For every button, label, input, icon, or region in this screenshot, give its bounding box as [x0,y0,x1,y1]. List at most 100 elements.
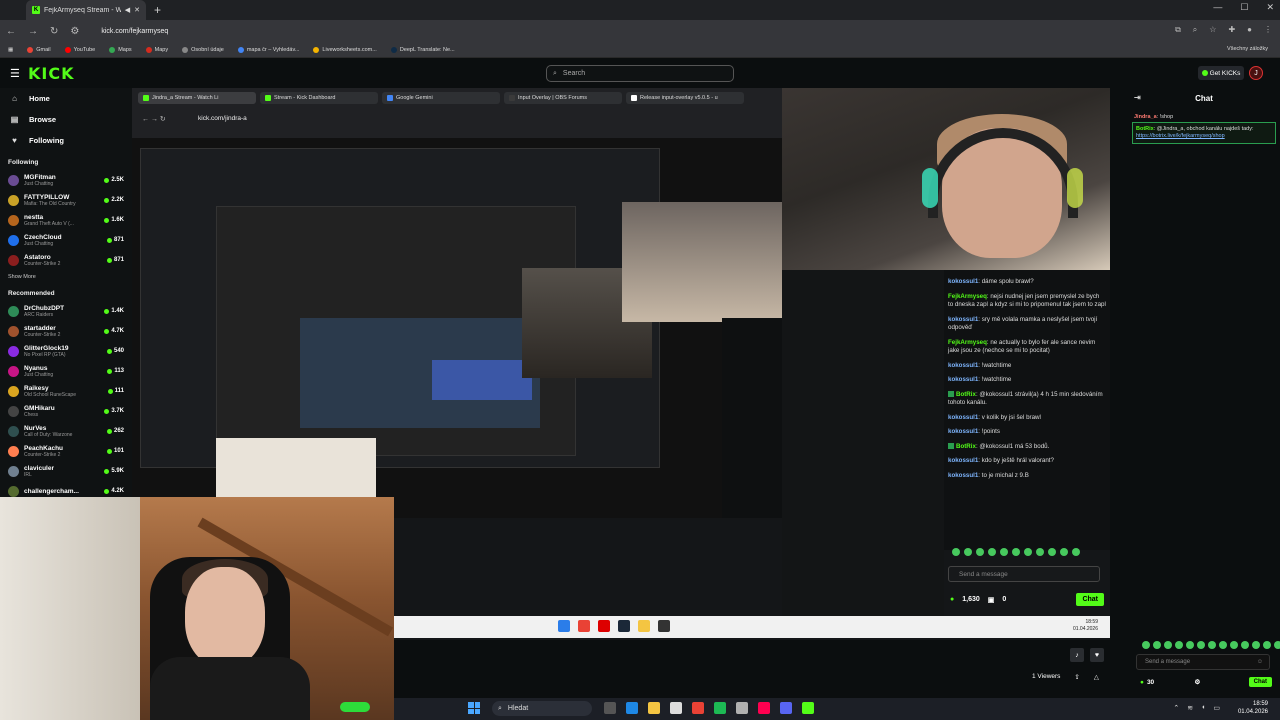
battery-icon[interactable]: ▭ [1213,704,1220,712]
all-bookmarks-button[interactable]: Všechny záložky [1227,46,1268,52]
close-window-icon[interactable]: ✕ [1266,2,1274,13]
live-dot-icon [104,328,110,334]
tab-favicon-icon [387,95,393,101]
bookmark-mapy[interactable]: Mapy [145,46,168,53]
sidebar-channel[interactable]: Nyanus Just Chatting 113 [0,361,132,381]
sidebar-channel[interactable]: PeachKachu Counter-Strike 2 101 [0,441,132,461]
channel-avatar [8,345,19,357]
url-field[interactable]: kick.com/fejkarmyseq [101,28,168,35]
chevron-up-icon[interactable]: ⌃ [1173,704,1179,712]
sidebar-channel[interactable]: GlitterGlock19 No Pixel RP (GTA) 540 [0,341,132,361]
settings-icon[interactable]: ⚙ [1195,678,1201,686]
channel-name: FATTYPILLOW [24,193,70,201]
heart-follow-icon[interactable]: ♥ [1090,648,1104,662]
discord-icon[interactable] [780,702,792,714]
maximize-icon[interactable]: ☐ [1240,2,1248,13]
chat-send-button[interactable]: Chat [1248,677,1272,687]
menu-icon[interactable]: ☰ [10,67,20,80]
bookmark-liveworksheets[interactable]: Liveworksheets.com... [313,46,377,53]
tab-favicon-icon [509,95,515,101]
channel-avatar [8,305,19,317]
bookmark-youtube[interactable]: YouTube [64,46,95,53]
tiktok-icon[interactable] [758,702,770,714]
volume-icon[interactable]: ◖ [1201,704,1205,712]
task-view-icon[interactable] [604,702,616,714]
windows-start-icon[interactable] [468,702,480,714]
profile-icon[interactable]: ● [1247,25,1252,35]
sidebar-channel[interactable]: DrChubzDPT ARC Raiders 1.4K [0,301,132,321]
os-clock[interactable]: 18:59 01.04.2026 [1238,700,1268,716]
sidebar-channel[interactable]: startadder Counter-Strike 2 4.7K [0,321,132,341]
reload-icon[interactable]: ↻ [50,26,58,37]
steam-icon[interactable] [736,702,748,714]
bookmark-gmail[interactable]: Gmail [27,46,51,53]
sidebar-channel[interactable]: GMHikaru Chess 3.7K [0,401,132,421]
translate-icon[interactable]: ⧉ [1175,25,1181,35]
channel-category: Counter-Strike 2 [24,331,61,338]
bookmark-maps[interactable]: Maps [109,46,132,53]
home-icon: ⌂ [12,94,17,103]
get-kicks-button[interactable]: Get KICKs [1198,66,1244,80]
sidebar-channel[interactable]: MGFitman Just Chatting 2.5K [0,170,132,190]
channel-avatar [8,425,19,437]
channel-category: Just Chatting [24,240,54,247]
close-tab-icon[interactable]: ✕ [134,6,140,14]
site-info-icon[interactable]: ⚙ [70,26,79,37]
user-avatar[interactable]: J [1249,66,1263,80]
browser-menu-icon[interactable]: ⋮ [1264,25,1272,35]
edge-icon[interactable] [626,702,638,714]
sidebar-channel[interactable]: FATTYPILLOW Mafia: The Old Country 2.2K [0,190,132,210]
stream-chat-message: kokossul1: to je michal z 9.B [948,471,1029,479]
bookmark-star-icon[interactable]: ☆ [1209,25,1216,35]
stream-browser-tab: Stream - Kick Dashboard [260,92,378,104]
search-input[interactable]: ⌕ Search [546,65,734,82]
share-icon[interactable]: ⇪ [1074,673,1079,681]
stream-chat-message: kokossul1: !watchtime [948,361,1012,369]
sidebar-channel[interactable]: nestta Grand Theft Auto V (... 1.6K [0,210,132,230]
explorer-icon[interactable] [648,702,660,714]
forward-icon[interactable]: → [28,26,38,37]
kick-logo[interactable]: KICK [28,64,75,83]
sidebar-channel[interactable]: CzechCloud Just Chatting 871 [0,230,132,250]
new-tab-button[interactable]: + [154,3,161,17]
wifi-icon[interactable]: ≋ [1187,704,1193,712]
extensions-icon[interactable]: ✚ [1228,25,1235,35]
os-search[interactable]: ⌕ Hledat [492,701,592,716]
bookmark-mapa-cr[interactable]: mapa čr – Vyhledáv... [237,46,299,53]
shop-link[interactable]: https://botrix.live/k/fejkarmyseq/shop [1136,133,1225,139]
stream-chat-message: kokossul1: kdo by ještě hrál valorant? [948,457,1054,464]
emoji-icon[interactable]: ☺ [1257,659,1263,665]
sidebar-channel[interactable]: NurVes Call of Duty: Warzone 262 [0,421,132,441]
back-icon[interactable]: ← [6,26,16,37]
chat-input[interactable]: Send a message ☺ [1136,654,1270,670]
browser-tab[interactable]: K FejkArmyseq Stream - Wat ◀ ✕ [26,0,146,20]
kicks-coin-icon [1201,70,1208,76]
channel-avatar [8,254,19,266]
bookmark-osobni[interactable]: Osobní údaje [182,46,224,53]
channel-name: nestta [24,213,44,221]
sidebar-item-home[interactable]: ⌂ Home [0,88,132,109]
collapse-chat-icon[interactable]: ⇥ [1134,93,1141,102]
kick-icon[interactable] [802,702,814,714]
apps-icon[interactable]: ▦ [8,47,13,53]
store-icon[interactable] [670,702,682,714]
live-dot-icon [106,348,112,354]
sidebar-channel[interactable]: claviculer IRL 5.9K [0,461,132,481]
show-more-button[interactable]: Show More [0,270,132,282]
points-icon: ● [950,596,955,603]
warning-icon[interactable]: △ [1094,673,1099,681]
zoom-icon[interactable]: ⌕ [1193,25,1197,35]
sidebar-item-following[interactable]: ♥ Following [0,130,132,151]
stream-url: kick.com/jindra-a [198,115,247,122]
sidebar-channel[interactable]: Raikesy Old School RuneScape 111 [0,381,132,401]
sidebar-item-browse[interactable]: ▤ Browse [0,109,132,130]
chrome-icon[interactable] [692,702,704,714]
search-icon: ⌕ [553,69,557,77]
minimize-icon[interactable]: — [1213,2,1222,13]
notification-bell-icon[interactable]: ♪ [1070,648,1084,662]
spotify-icon[interactable] [714,702,726,714]
live-dot-icon [104,468,110,474]
mute-icon[interactable]: ◀ [125,6,130,14]
sidebar-channel[interactable]: Astatoro Counter-Strike 2 871 [0,250,132,270]
bookmark-deepl[interactable]: DeepL Translate: Ne... [390,46,455,53]
